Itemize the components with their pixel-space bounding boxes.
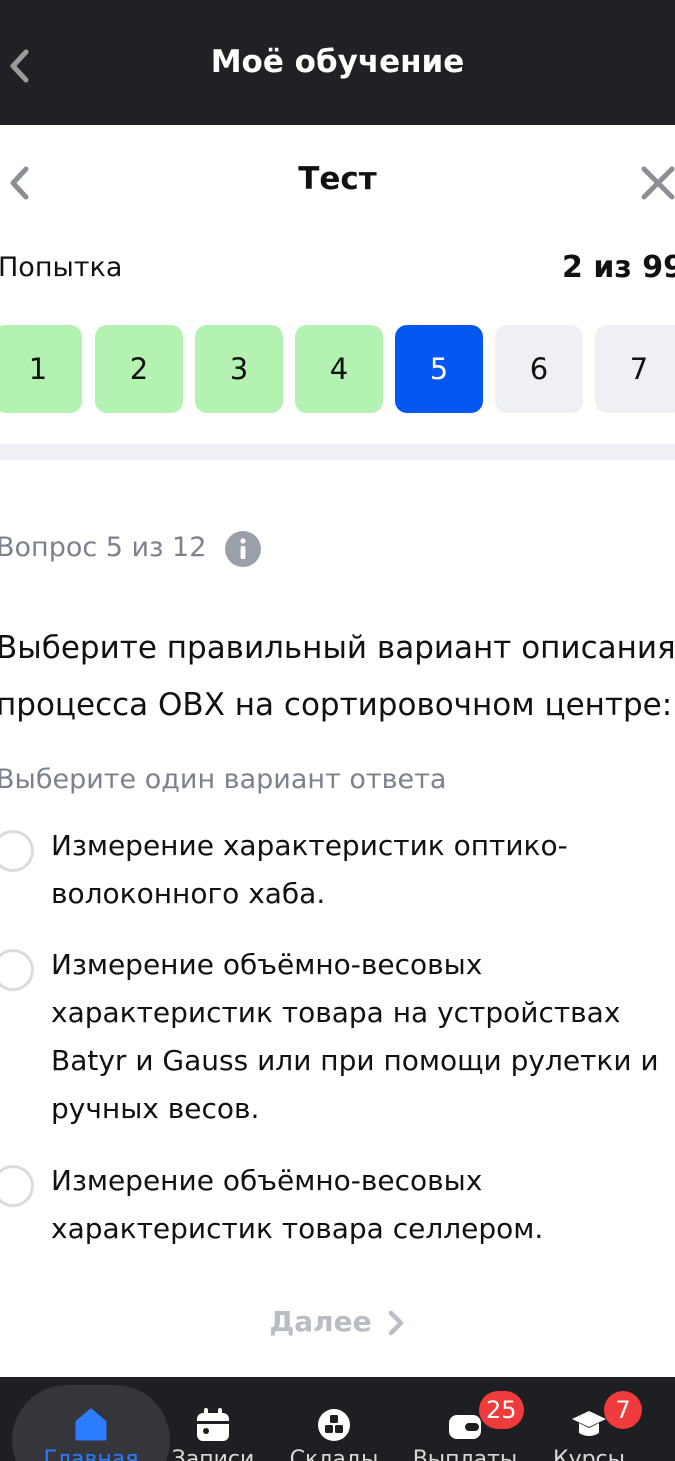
tab-label: Главная	[43, 1447, 139, 1461]
radio-button[interactable]	[0, 1165, 34, 1207]
section-divider	[0, 444, 675, 460]
app-title: Моё обучение	[210, 44, 465, 80]
question-nav-item[interactable]: 3	[195, 325, 283, 413]
bottom-tab-bar: Главная Записи Склады Выплаты 25 Курсы 7	[0, 1377, 675, 1461]
tab-label: Склады	[289, 1447, 379, 1461]
radio-button[interactable]	[0, 949, 34, 991]
tab-home[interactable]: Главная	[26, 1377, 156, 1461]
attempt-label: Попытка	[0, 252, 123, 283]
radio-button[interactable]	[0, 830, 34, 872]
question-nav-item[interactable]: 2	[95, 325, 183, 413]
question-text: Выберите правильный вариант описания про…	[0, 630, 675, 723]
answer-hint: Выберите один вариант ответа	[0, 764, 447, 795]
question-nav: 1 2 3 4 5 6 7	[0, 325, 675, 413]
tab-label: Записи	[171, 1447, 255, 1461]
warehouse-icon	[318, 1409, 350, 1441]
calendar-icon	[197, 1408, 229, 1441]
tab-label: Курсы	[552, 1447, 626, 1461]
payouts-badge: 25	[479, 1391, 524, 1429]
test-title: Тест	[298, 161, 377, 197]
info-icon[interactable]	[225, 531, 261, 567]
answer-option-text: Измерение объёмно-весовых характеристик …	[51, 1164, 544, 1245]
close-icon[interactable]	[638, 163, 675, 203]
question-nav-item-current[interactable]: 5	[395, 325, 483, 413]
question-nav-item[interactable]: 6	[495, 325, 583, 413]
question-nav-item[interactable]: 4	[295, 325, 383, 413]
chevron-right-icon	[388, 1310, 403, 1336]
app-header: Моё обучение	[0, 0, 675, 125]
attempt-value: 2 из 99	[562, 250, 675, 285]
graduation-cap-icon	[572, 1411, 606, 1436]
home-icon	[75, 1408, 107, 1441]
next-button[interactable]: Далее	[0, 1305, 675, 1338]
tab-label: Выплаты	[412, 1447, 518, 1461]
tab-warehouses[interactable]: Склады	[269, 1377, 399, 1461]
question-nav-item[interactable]: 1	[0, 325, 82, 413]
answer-option-text: Измерение объёмно-весовых характеристик …	[51, 948, 659, 1125]
next-button-label: Далее	[269, 1305, 372, 1338]
tab-records[interactable]: Записи	[148, 1377, 278, 1461]
question-nav-item[interactable]: 7	[595, 325, 675, 413]
question-counter: Вопрос 5 из 12	[0, 532, 207, 563]
wallet-icon	[449, 1415, 481, 1439]
test-header: Тест	[0, 125, 675, 235]
answer-option-text: Измерение характеристик оптико-волоконно…	[51, 829, 568, 910]
courses-badge: 7	[604, 1391, 642, 1429]
